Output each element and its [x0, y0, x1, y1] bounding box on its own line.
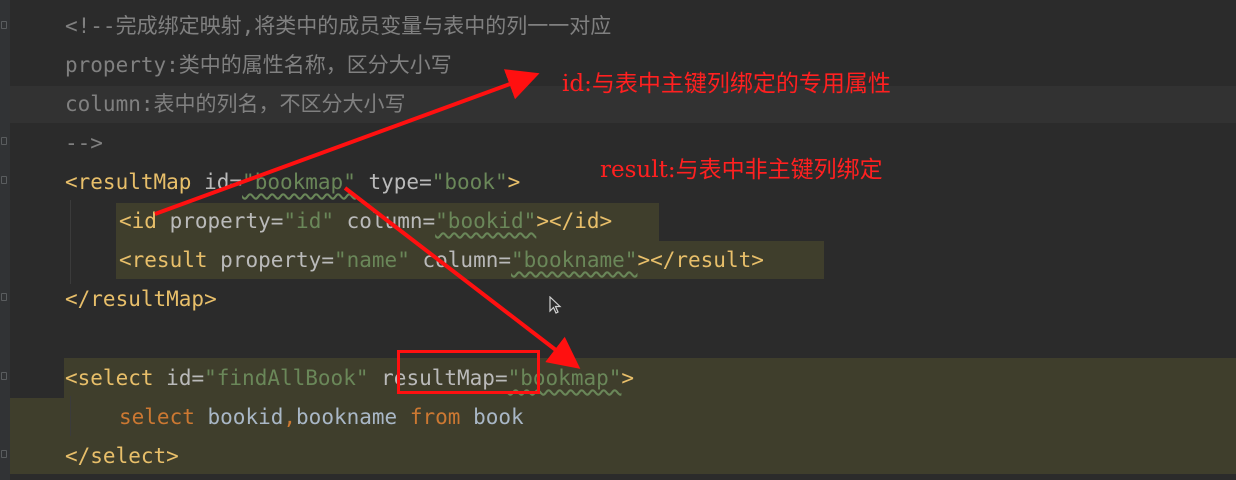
red-arrow-icon	[343, 186, 581, 369]
mouse-cursor-icon	[549, 296, 562, 314]
code-editor[interactable]: <!--完成绑定映射,将类中的成员变量与表中的列一一对应 property:类中…	[0, 0, 1236, 480]
arrow-overlay	[154, 69, 581, 369]
red-arrow-icon	[154, 69, 540, 216]
